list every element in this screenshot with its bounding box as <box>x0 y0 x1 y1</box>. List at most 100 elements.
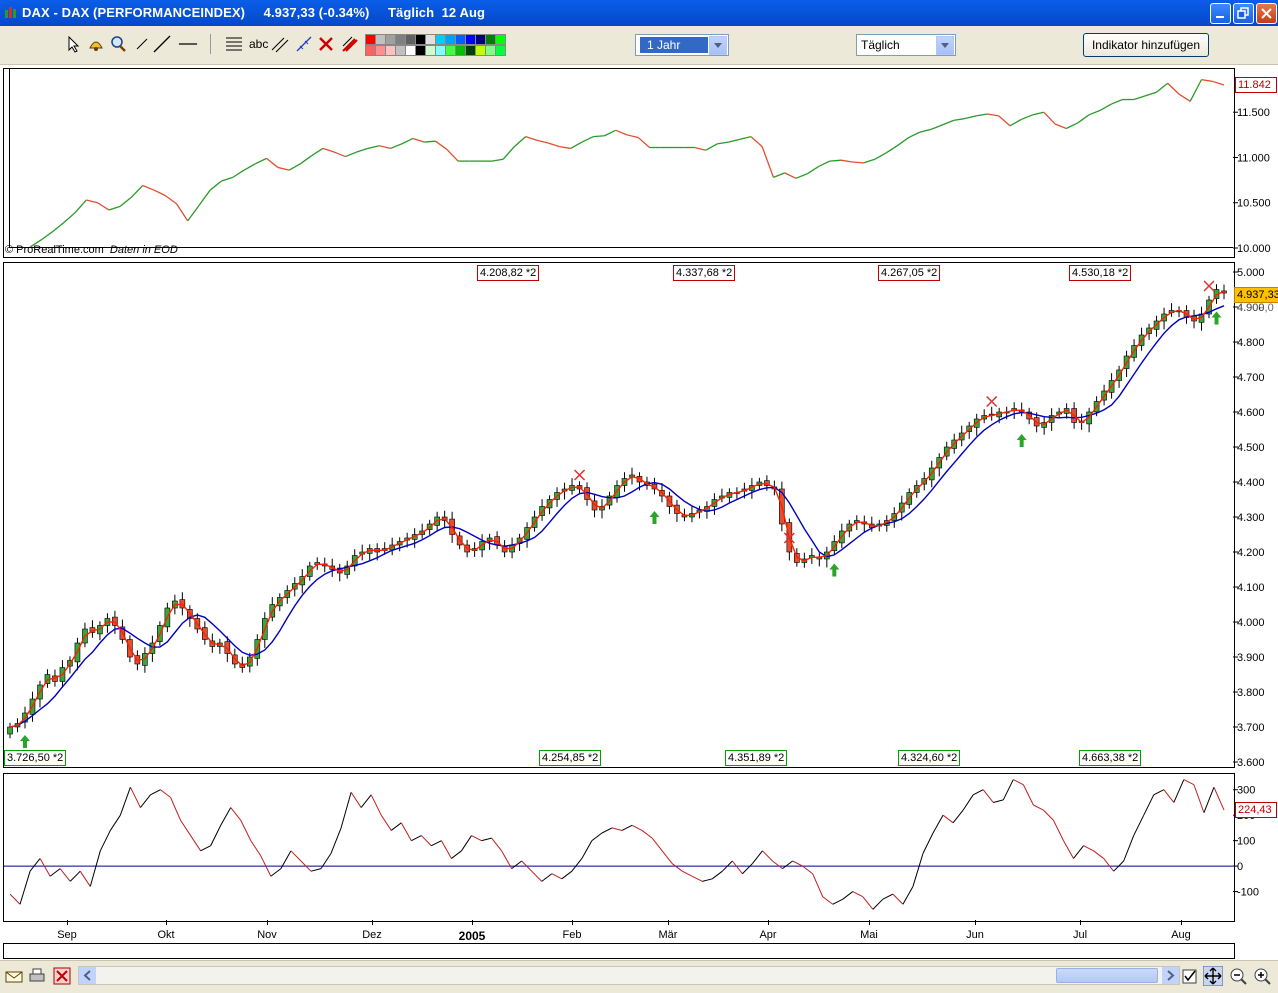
oscillator-segment <box>9 893 21 905</box>
interval-select-value: Täglich <box>861 38 900 52</box>
scroll-right-icon[interactable] <box>1162 967 1179 984</box>
buy-signal-arrow <box>19 735 30 748</box>
oscillator-chart: 3002001000-100 <box>4 779 1259 910</box>
oscillator-segment <box>1043 809 1054 821</box>
zoom-in-icon[interactable] <box>1252 966 1272 986</box>
email-icon[interactable] <box>4 966 24 986</box>
month-label: Aug <box>1171 929 1191 941</box>
move-icon[interactable] <box>1203 966 1223 986</box>
oscillator-segment <box>69 870 81 882</box>
restore-button[interactable] <box>1233 3 1254 24</box>
pencil-icon[interactable] <box>340 34 360 54</box>
index-line-segment <box>1054 123 1067 130</box>
scroll-left-icon[interactable] <box>79 967 96 984</box>
y-tick-label: 4.700 <box>1237 372 1265 384</box>
channel-tool-icon[interactable] <box>270 34 290 54</box>
index-line-segment <box>266 157 279 168</box>
oscillator-segment <box>170 797 182 821</box>
period-select[interactable]: 1 Jahr <box>635 34 729 56</box>
add-indicator-button[interactable]: Indikator hinzufügen <box>1083 33 1209 57</box>
color-swatch[interactable] <box>495 45 506 56</box>
y-tick-label: 4.000 <box>1237 617 1265 629</box>
oscillator-segment <box>99 830 111 852</box>
fibonacci-icon[interactable] <box>224 34 244 54</box>
index-line-segment <box>1212 80 1225 86</box>
scrollbar-thumb[interactable] <box>1056 968 1158 983</box>
oscillator-segment <box>1163 789 1175 803</box>
watermark: © ProRealTime.com Daten in EOD <box>5 244 178 256</box>
chevron-down-icon[interactable] <box>936 36 954 55</box>
interval-select[interactable]: Täglich <box>856 34 956 56</box>
month-label: Sep <box>57 929 77 941</box>
index-line-segment <box>930 124 943 131</box>
window-title: DAX - DAX (PERFORMANCEINDEX) 4.937,33 (-… <box>22 5 486 20</box>
index-line-segment <box>63 212 76 224</box>
oscillator-segment <box>79 870 91 887</box>
oscillator-segment <box>832 898 843 905</box>
month-label: 2005 <box>458 929 486 943</box>
index-line-segment <box>390 143 402 150</box>
pointer-icon[interactable] <box>64 34 84 54</box>
sell-signal-mark <box>1203 280 1215 292</box>
oscillator-segment <box>1213 786 1225 811</box>
oscillator-segment <box>160 789 171 798</box>
color-palette[interactable] <box>365 34 507 56</box>
oscillator-segment <box>29 858 41 872</box>
index-line-segment <box>502 146 515 160</box>
oscillator-segment <box>1143 794 1155 816</box>
x-tick <box>166 920 167 925</box>
text-tool[interactable]: abc <box>249 37 268 51</box>
y-tick-label: 300 <box>1237 785 1255 797</box>
alarm-icon[interactable] <box>86 34 106 54</box>
line-tool-icon[interactable] <box>132 34 152 54</box>
minimize-button[interactable] <box>1210 3 1231 24</box>
oscillator-segment <box>350 791 362 808</box>
y-tick-label: 4.200 <box>1237 547 1265 559</box>
horizontal-line-icon[interactable] <box>178 34 198 54</box>
toolbar-separator <box>210 34 211 54</box>
trendline-tool-icon[interactable] <box>152 34 172 54</box>
index-line-segment <box>379 145 391 150</box>
chevron-down-icon[interactable] <box>709 36 727 55</box>
index-line-segment <box>1077 114 1090 124</box>
index-line-segment <box>717 141 729 145</box>
oscillator-segment <box>561 870 573 880</box>
no-alert-icon[interactable] <box>52 966 72 986</box>
y-tick-label: 4.800 <box>1237 337 1265 349</box>
index-line-segment <box>187 205 200 222</box>
y-tick-label: 3.600 <box>1237 757 1265 768</box>
time-scrollbar[interactable] <box>78 966 1180 985</box>
index-line-segment <box>908 131 921 139</box>
oscillator-segment <box>631 824 643 831</box>
month-label: Dez <box>362 929 382 941</box>
month-label: Jul <box>1072 929 1088 941</box>
print-icon[interactable] <box>27 966 47 986</box>
checklist-icon[interactable] <box>1180 966 1200 986</box>
index-line-segment <box>919 128 932 133</box>
oscillator-segment <box>1073 845 1084 859</box>
index-line-segment <box>761 146 775 178</box>
oscillator-segment <box>551 873 563 880</box>
candle-body <box>7 726 13 735</box>
delete-icon[interactable] <box>316 34 336 54</box>
color-swatch[interactable] <box>495 34 506 45</box>
index-line-segment <box>1201 78 1213 83</box>
zoom-icon[interactable] <box>108 34 128 54</box>
oscillator-segment <box>822 896 834 905</box>
index-line-segment <box>536 139 549 144</box>
close-window-button[interactable] <box>1256 3 1277 24</box>
zoom-out-icon[interactable] <box>1228 966 1248 986</box>
oscillator-segment <box>1052 820 1064 841</box>
oscillator-segment <box>240 820 252 841</box>
oscillator-segment <box>370 794 382 816</box>
index-line-segment <box>142 184 155 191</box>
x-tick <box>67 920 68 925</box>
month-label: Apr <box>759 929 777 941</box>
y-tick-label: 10.500 <box>1237 198 1271 210</box>
extend-tool-icon[interactable] <box>294 34 314 54</box>
app-icon <box>5 7 16 18</box>
x-tick <box>572 920 573 925</box>
month-label: Mär <box>658 929 678 941</box>
low-marker: 4.663,38 *2 <box>1079 750 1142 766</box>
oscillator-segment <box>792 860 803 867</box>
